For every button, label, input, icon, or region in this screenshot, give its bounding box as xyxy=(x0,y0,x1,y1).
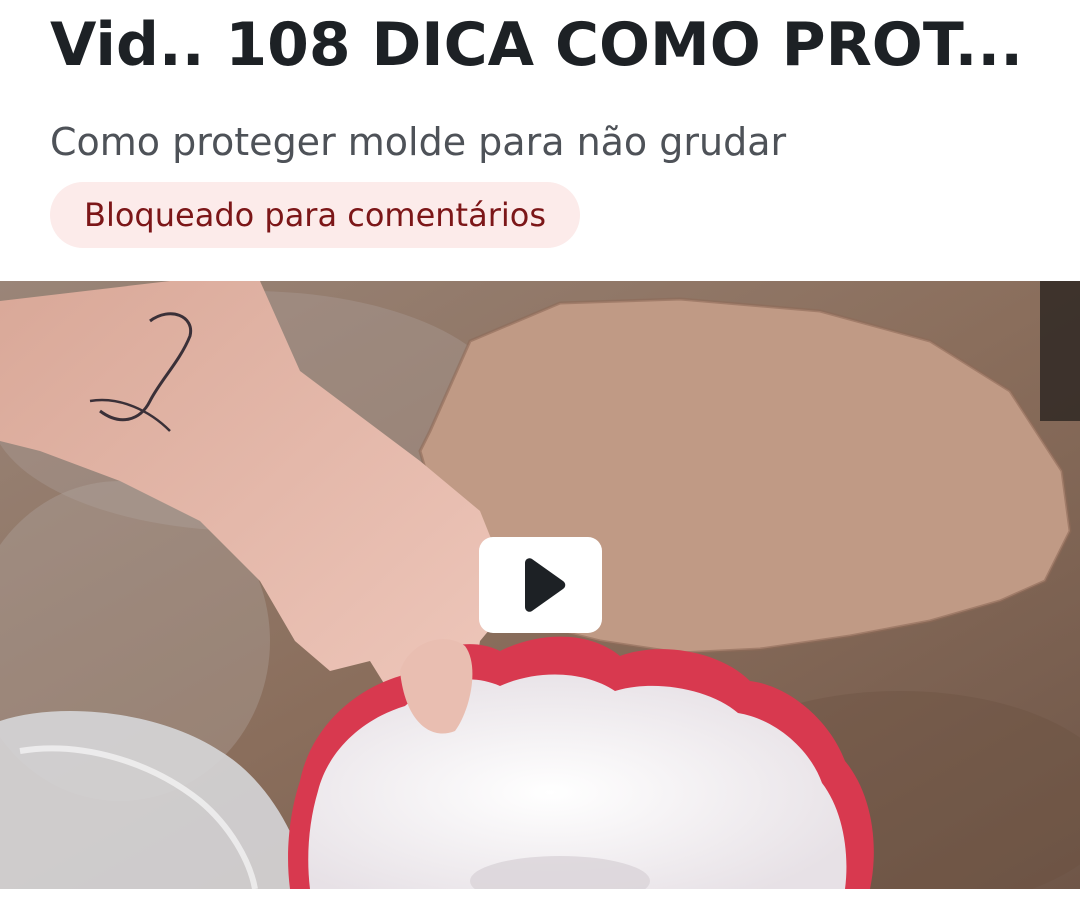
video-bottom-spacer xyxy=(0,889,1080,908)
play-button[interactable] xyxy=(479,537,602,633)
video-player[interactable] xyxy=(0,281,1080,889)
post-subtitle: Como proteger molde para não grudar xyxy=(50,120,787,164)
play-icon xyxy=(524,558,565,612)
post-page: Vid.. 108 DICA COMO PROT... Como protege… xyxy=(0,0,1080,908)
post-title: Vid.. 108 DICA COMO PROT... xyxy=(50,10,1024,80)
comments-locked-badge: Bloqueado para comentários xyxy=(50,182,580,248)
